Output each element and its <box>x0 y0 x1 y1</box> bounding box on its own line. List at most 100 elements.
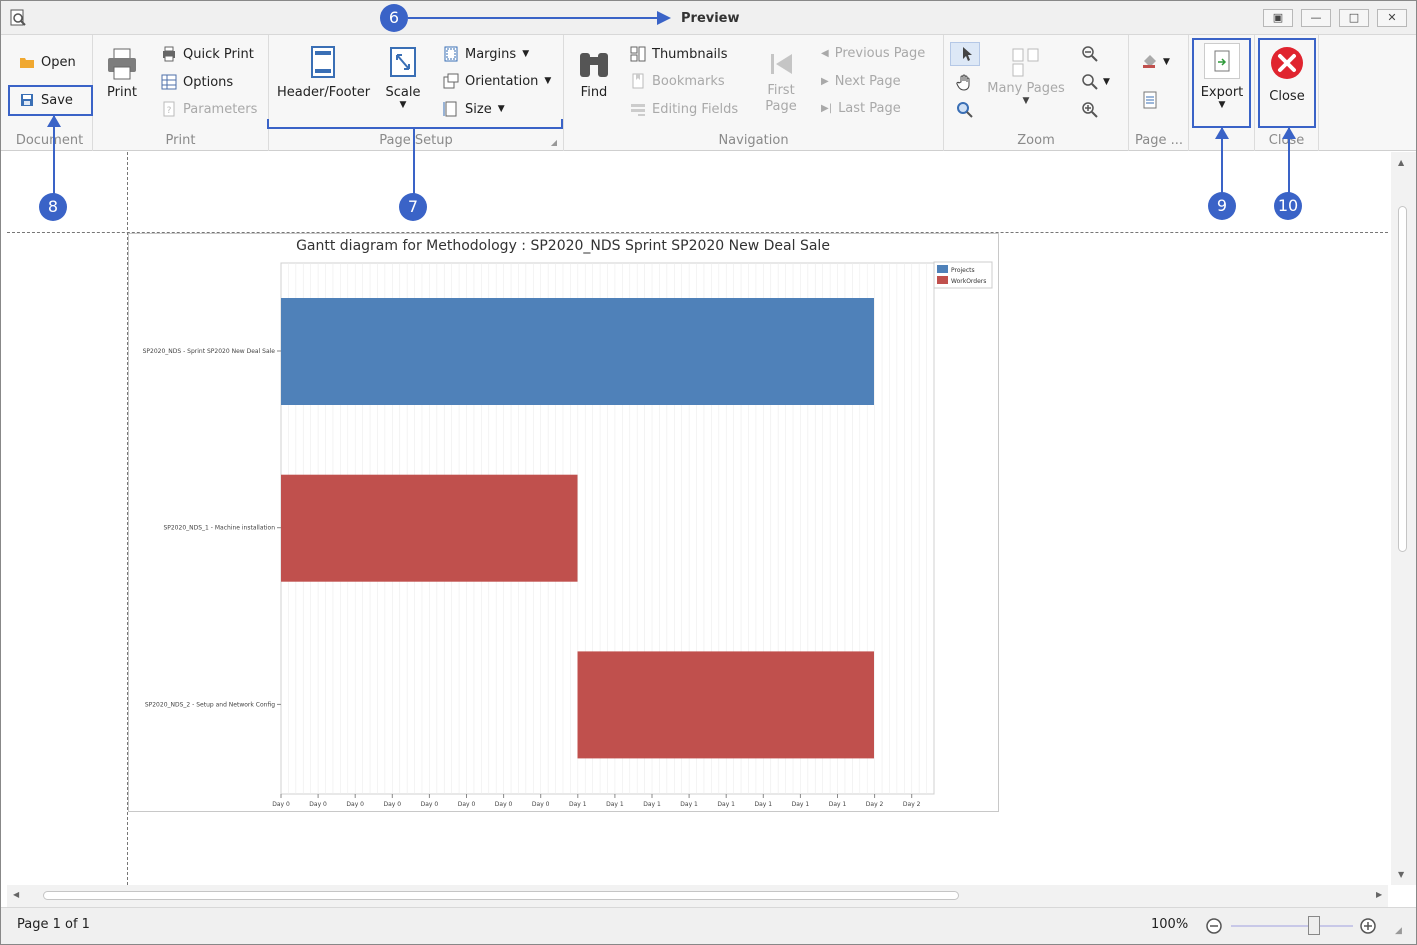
zoom-slider-thumb[interactable] <box>1307 916 1320 935</box>
x-tick-label: Day 1 <box>680 801 698 808</box>
scale-button[interactable]: Scale ▼ <box>381 45 425 110</box>
zoom-in-icon[interactable] <box>1081 101 1099 119</box>
orientation-dropdown-icon: ▼ <box>544 76 552 86</box>
zoom-icon <box>1082 74 1098 90</box>
orientation-button[interactable]: Orientation ▼ <box>443 73 551 89</box>
scroll-right-arrow-icon[interactable]: ▶ <box>1376 890 1382 899</box>
resize-grip-icon[interactable]: ◢ <box>1395 926 1402 936</box>
header-footer-button[interactable]: Header/Footer <box>277 45 370 100</box>
size-button[interactable]: Size ▼ <box>443 101 505 117</box>
ribbon-group-page-background: ▼ Page ... <box>1129 35 1189 151</box>
x-tick-label: Day 2 <box>866 801 884 808</box>
x-tick-label: Day 1 <box>755 801 773 808</box>
margins-label: Margins <box>465 46 517 62</box>
scale-label: Scale <box>385 85 421 100</box>
zoom-dropdown-icon: ▼ <box>1103 77 1110 87</box>
zoom-in-circle-icon[interactable] <box>1359 917 1377 935</box>
ribbon-group-navigation: Find Thumbnails Bookmarks Editing Fields… <box>564 35 944 151</box>
x-tick-label: Day 0 <box>309 801 327 808</box>
print-button[interactable]: Print <box>101 47 143 100</box>
page-setup-dialog-launcher-icon[interactable]: ◢ <box>551 138 557 147</box>
x-tick-label: Day 1 <box>569 801 587 808</box>
next-page-label: Next Page <box>834 74 901 89</box>
first-page-button[interactable]: First Page <box>760 49 802 115</box>
page-size-icon <box>443 101 457 117</box>
scale-dropdown-icon: ▼ <box>399 100 407 110</box>
quick-print-button[interactable]: Quick Print <box>161 46 254 62</box>
thumbnails-icon <box>630 46 646 62</box>
x-tick-label: Day 1 <box>717 801 735 808</box>
annotation-badge-6: 6 <box>380 4 408 32</box>
navigation-group-caption: Navigation <box>718 133 789 148</box>
x-tick-label: Day 0 <box>346 801 364 808</box>
vertical-scroll-thumb[interactable] <box>1398 206 1407 552</box>
zoom-out-circle-icon[interactable] <box>1205 917 1223 935</box>
thumbnails-label: Thumbnails <box>652 46 728 62</box>
x-tick-label: Day 0 <box>458 801 476 808</box>
thumbnails-button[interactable]: Thumbnails <box>630 46 728 62</box>
annotation-arrow-line-6 <box>408 17 660 19</box>
x-tick-label: Day 0 <box>384 801 402 808</box>
printer-icon <box>108 48 136 80</box>
horizontal-scroll-thumb[interactable] <box>43 891 959 900</box>
annotation-arrow-line-7 <box>413 129 415 195</box>
category-label: SP2020_NDS_1 - Machine installation <box>163 525 275 532</box>
vertical-scrollbar[interactable]: ▲ ▼ <box>1391 152 1416 885</box>
orientation-label: Orientation <box>465 73 539 89</box>
previous-arrow-icon: ◀ <box>821 48 829 59</box>
hand-tool-icon[interactable] <box>956 73 974 91</box>
minimize-button[interactable]: — <box>1301 9 1331 27</box>
title-bar: Preview ▣ — □ ✕ <box>1 1 1416 35</box>
open-button[interactable]: Open <box>19 54 76 70</box>
scroll-down-arrow-icon[interactable]: ▼ <box>1398 870 1404 879</box>
next-page-button[interactable]: ▶ Next Page <box>821 74 901 89</box>
chart-title: Gantt diagram for Methodology : SP2020_N… <box>296 238 830 254</box>
annotation-badge-9: 9 <box>1208 192 1236 220</box>
first-page-icon <box>771 54 792 74</box>
zoom-percentage: 100% <box>1151 917 1189 932</box>
margins-dropdown-icon: ▼ <box>522 49 530 59</box>
margins-button[interactable]: Margins ▼ <box>443 46 529 62</box>
many-pages-button[interactable]: Many Pages ▼ <box>986 47 1066 106</box>
many-pages-label: Many Pages <box>987 81 1065 96</box>
x-tick-label: Day 0 <box>532 801 550 808</box>
restore-layout-button[interactable]: ▣ <box>1263 9 1293 27</box>
print-label: Print <box>107 85 137 100</box>
zoom-slider-track[interactable] <box>1231 925 1353 927</box>
many-pages-icon <box>1012 48 1039 77</box>
last-arrow-icon: ▶| <box>821 103 833 114</box>
close-window-button[interactable]: ✕ <box>1377 9 1407 27</box>
horizontal-scrollbar[interactable]: ◀ ▶ <box>7 885 1388 907</box>
parameters-button[interactable]: ? Parameters <box>161 101 257 117</box>
magnifier-tool-icon[interactable] <box>956 101 974 119</box>
pointer-tool-button[interactable] <box>950 42 980 66</box>
watermark-icon[interactable] <box>1142 91 1158 109</box>
document-view: Gantt diagram for Methodology : SP2020_N… <box>7 152 1388 885</box>
last-page-button[interactable]: ▶| Last Page <box>821 101 901 116</box>
zoom-out-icon[interactable] <box>1081 45 1099 63</box>
maximize-button[interactable]: □ <box>1339 9 1369 27</box>
zoom-dropdown-button[interactable]: ▼ <box>1081 73 1110 91</box>
category-label: SP2020_NDS - Sprint SP2020 New Deal Sale <box>143 348 276 355</box>
page-color-button[interactable]: ▼ <box>1141 53 1170 71</box>
legend-swatch <box>937 276 948 284</box>
pointer-arrow-icon <box>963 47 972 61</box>
page-setup-group-caption: Page Setup <box>379 133 453 148</box>
annotation-arrowhead-10 <box>1282 127 1296 139</box>
scale-icon <box>390 47 416 77</box>
window-title: Preview <box>681 11 740 26</box>
scroll-up-arrow-icon[interactable]: ▲ <box>1398 158 1404 167</box>
zoom-group-caption: Zoom <box>1017 133 1055 148</box>
x-tick-label: Day 1 <box>643 801 661 808</box>
open-label: Open <box>41 54 76 70</box>
ribbon-group-zoom: Many Pages ▼ ▼ Zoom <box>944 35 1129 151</box>
bookmarks-button[interactable]: Bookmarks <box>630 73 725 89</box>
editing-fields-button[interactable]: Editing Fields <box>630 101 738 117</box>
find-button[interactable]: Find <box>570 47 618 100</box>
ribbon-group-page-setup: Header/Footer Scale ▼ Margins ▼ Orientat… <box>269 35 564 151</box>
previous-page-button[interactable]: ◀ Previous Page <box>821 46 925 61</box>
options-button[interactable]: Options <box>161 74 233 90</box>
scroll-left-arrow-icon[interactable]: ◀ <box>13 890 19 899</box>
editing-fields-label: Editing Fields <box>652 101 739 117</box>
annotation-bracket-page-setup <box>267 119 563 129</box>
